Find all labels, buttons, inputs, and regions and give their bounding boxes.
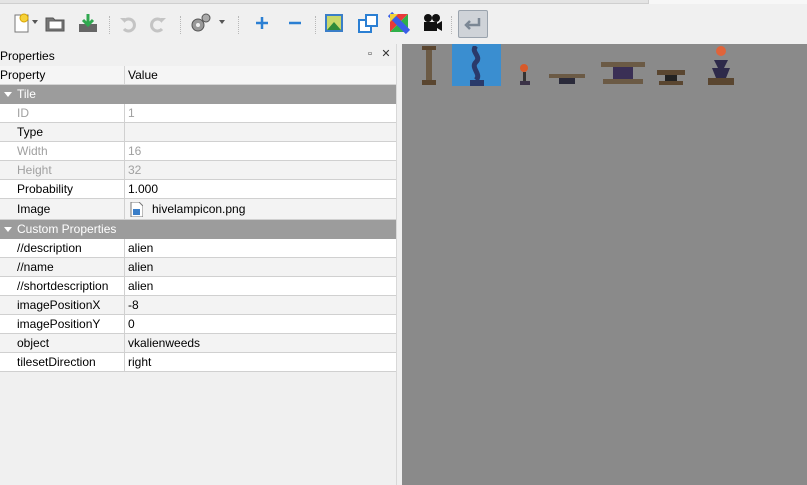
close-icon[interactable]: ✕ [380,48,392,60]
tileset-image-icon[interactable] [322,11,346,35]
toolbar-separator [451,16,453,34]
property-value[interactable]: alien [128,241,153,256]
toolbar [0,4,807,44]
tileset-view [402,44,807,485]
collapse-icon[interactable] [4,227,12,232]
property-value: 1 [128,106,135,120]
property-value: 16 [128,144,142,158]
table-row[interactable]: Image hivelampicon.png [0,199,396,220]
property-key: //name [17,260,54,274]
property-key: //shortdescription [17,279,109,293]
property-key: Probability [17,182,74,196]
tile-lamp[interactable] [515,44,535,86]
property-key: ID [17,106,29,120]
save-icon[interactable] [76,11,100,35]
table-row[interactable]: //description alien [0,239,396,258]
toolbar-separator [238,16,240,34]
property-value[interactable]: 1.000 [128,182,158,197]
table-row[interactable]: imagePositionX -8 [0,296,396,315]
table-row[interactable]: //name alien [0,258,396,277]
panel-title: Properties [0,49,55,63]
property-value: 32 [128,163,142,177]
property-value[interactable]: vkalienweeds [128,336,200,351]
shape-icon[interactable] [356,11,380,35]
new-icon[interactable] [10,11,34,35]
property-value[interactable]: 0 [128,317,135,332]
image-file-name[interactable]: hivelampicon.png [152,202,245,217]
chevron-down-icon[interactable] [32,20,38,24]
table-row[interactable]: Probability 1.000 [0,180,396,199]
property-key: Image [17,202,51,216]
group-label: Custom Properties [17,222,117,236]
table-row[interactable]: imagePositionY 0 [0,315,396,334]
table-row[interactable]: Width 16 [0,142,396,161]
table-row[interactable]: Type [0,123,396,142]
property-key: imagePositionX [17,298,101,312]
property-column-header[interactable]: Property [0,68,45,83]
property-value[interactable]: right [128,355,151,370]
tile-hivelamp[interactable] [452,44,501,86]
property-grid: Property Value Tile ID 1 Type Width 16 H… [0,66,396,372]
tile-table[interactable] [600,44,646,86]
property-key: imagePositionY [17,317,101,331]
property-key: //description [17,241,82,255]
add-tile-icon[interactable] [250,11,274,35]
remove-tile-icon[interactable] [283,11,307,35]
toolbar-separator [109,16,111,34]
property-value[interactable]: alien [128,260,153,275]
color-icon[interactable] [387,11,411,35]
table-row[interactable]: object vkalienweeds [0,334,396,353]
chevron-down-icon[interactable] [219,20,225,24]
property-key: Width [17,144,48,158]
group-label: Tile [17,87,36,101]
return-icon[interactable] [458,10,488,38]
property-key: Height [17,163,52,177]
undo-icon[interactable] [116,11,140,35]
group-tile[interactable]: Tile [0,85,396,104]
redo-icon[interactable] [146,11,170,35]
tile-pillar[interactable] [418,44,440,86]
toolbar-separator [315,16,317,34]
properties-panel: Properties ▫ ✕ Property Value Tile ID 1 … [0,44,396,485]
group-custom-properties[interactable]: Custom Properties [0,220,396,239]
table-row[interactable]: Height 32 [0,161,396,180]
float-icon[interactable]: ▫ [364,48,376,60]
table-row[interactable]: //shortdescription alien [0,277,396,296]
collapse-icon[interactable] [4,92,12,97]
open-icon[interactable] [43,11,67,35]
toolbar-separator [180,16,182,34]
tile-bench[interactable] [548,44,586,86]
settings-icon[interactable] [189,11,213,35]
grid-header: Property Value [0,66,396,85]
property-value[interactable]: alien [128,279,153,294]
animation-icon[interactable] [420,11,444,35]
property-key: object [17,336,50,350]
table-row[interactable]: tilesetDirection right [0,353,396,372]
value-column-header[interactable]: Value [128,68,158,83]
tile-altar[interactable] [702,44,738,86]
table-row[interactable]: ID 1 [0,104,396,123]
image-file-icon [130,202,143,217]
tile-anvil[interactable] [656,44,686,86]
property-value[interactable]: -8 [128,298,139,313]
property-key: tilesetDirection [17,355,96,369]
property-key: Type [17,125,44,139]
